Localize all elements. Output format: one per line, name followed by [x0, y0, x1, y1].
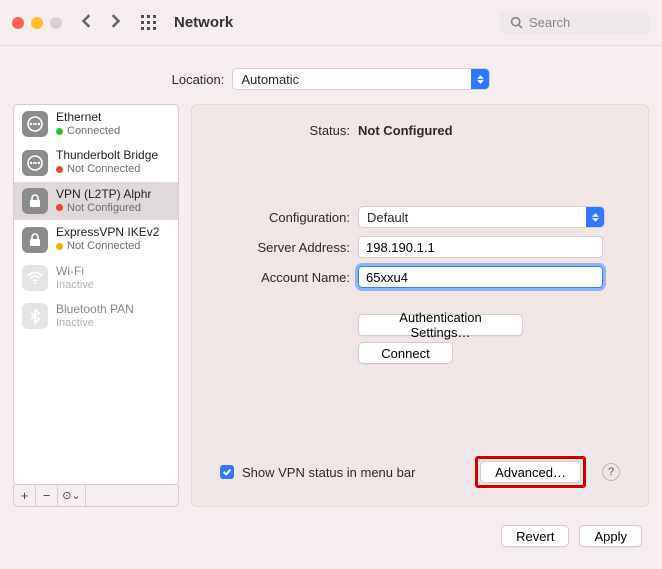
server-address-label: Server Address: — [220, 240, 350, 255]
interface-sidebar: EthernetConnectedThunderbolt BridgeNot C… — [13, 104, 179, 507]
revert-button[interactable]: Revert — [501, 525, 569, 547]
sidebar-item-wi-fi[interactable]: Wi-FiInactive — [14, 259, 178, 297]
status-label: Status: — [220, 123, 350, 138]
close-window-button[interactable] — [12, 17, 24, 29]
add-interface-button[interactable]: + — [14, 485, 36, 506]
account-name-input[interactable] — [358, 266, 603, 288]
interface-list: EthernetConnectedThunderbolt BridgeNot C… — [13, 104, 179, 485]
help-button[interactable]: ? — [602, 463, 620, 481]
search-input[interactable]: Search — [500, 11, 650, 34]
window-title: Network — [174, 14, 500, 31]
location-select[interactable]: Automatic — [232, 68, 490, 90]
apply-button[interactable]: Apply — [579, 525, 642, 547]
interface-status: Inactive — [56, 317, 134, 330]
advanced-highlight: Advanced… — [475, 456, 586, 488]
interface-name: Wi-Fi — [56, 265, 94, 279]
remove-interface-button[interactable]: − — [36, 485, 58, 506]
interface-name: Bluetooth PAN — [56, 303, 134, 317]
bluetooth-icon — [22, 303, 48, 329]
minimize-window-button[interactable] — [31, 17, 43, 29]
sidebar-footer: + − ⊙⌄ — [13, 485, 179, 507]
interface-status: Not Configured — [56, 202, 151, 215]
location-value: Automatic — [241, 72, 299, 87]
main-panel: Status: Not Configured Configuration: De… — [191, 104, 649, 507]
interface-status: Not Connected — [56, 240, 159, 253]
connect-button[interactable]: Connect — [358, 342, 453, 364]
title-bar: Network Search — [0, 0, 662, 46]
status-dot — [56, 204, 63, 211]
search-icon — [510, 16, 523, 29]
show-vpn-status-checkbox[interactable] — [220, 465, 234, 479]
sidebar-item-bluetooth-pan[interactable]: Bluetooth PANInactive — [14, 297, 178, 335]
authentication-settings-button[interactable]: Authentication Settings… — [358, 314, 523, 336]
interface-status: Inactive — [56, 279, 94, 292]
configuration-select[interactable]: Default — [358, 206, 605, 228]
show-vpn-status-label: Show VPN status in menu bar — [242, 465, 467, 480]
forward-button[interactable] — [108, 14, 122, 31]
wifi-icon — [22, 265, 48, 291]
show-all-icon[interactable] — [140, 14, 158, 32]
status-dot — [56, 166, 63, 173]
sidebar-item-expressvpn-ikev2[interactable]: ExpressVPN IKEv2Not Connected — [14, 220, 178, 258]
sidebar-item-ethernet[interactable]: EthernetConnected — [14, 105, 178, 143]
back-button[interactable] — [80, 14, 94, 31]
advanced-button[interactable]: Advanced… — [480, 461, 581, 483]
ethernet-icon — [22, 111, 48, 137]
interface-options-button[interactable]: ⊙⌄ — [58, 485, 86, 506]
interface-name: ExpressVPN IKEv2 — [56, 226, 159, 240]
search-placeholder: Search — [529, 15, 570, 30]
chevron-updown-icon — [471, 69, 489, 89]
status-value: Not Configured — [358, 123, 620, 138]
lock-icon — [22, 188, 48, 214]
lock-icon — [22, 227, 48, 253]
sidebar-item-thunderbolt-bridge[interactable]: Thunderbolt BridgeNot Connected — [14, 143, 178, 181]
interface-name: Thunderbolt Bridge — [56, 149, 158, 163]
ethernet-icon — [22, 150, 48, 176]
traffic-lights — [12, 17, 62, 29]
interface-status: Not Connected — [56, 163, 158, 176]
interface-name: Ethernet — [56, 111, 120, 125]
configuration-value: Default — [367, 210, 408, 225]
configuration-label: Configuration: — [220, 210, 350, 225]
account-name-label: Account Name: — [220, 270, 350, 285]
status-dot — [56, 128, 63, 135]
sidebar-item-vpn-l2tp-alphr[interactable]: VPN (L2TP) AlphrNot Configured — [14, 182, 178, 220]
interface-status: Connected — [56, 125, 120, 138]
interface-name: VPN (L2TP) Alphr — [56, 188, 151, 202]
server-address-input[interactable] — [358, 236, 603, 258]
chevron-updown-icon — [586, 207, 604, 227]
status-dot — [56, 243, 63, 250]
zoom-window-button[interactable] — [50, 17, 62, 29]
location-label: Location: — [172, 72, 225, 87]
